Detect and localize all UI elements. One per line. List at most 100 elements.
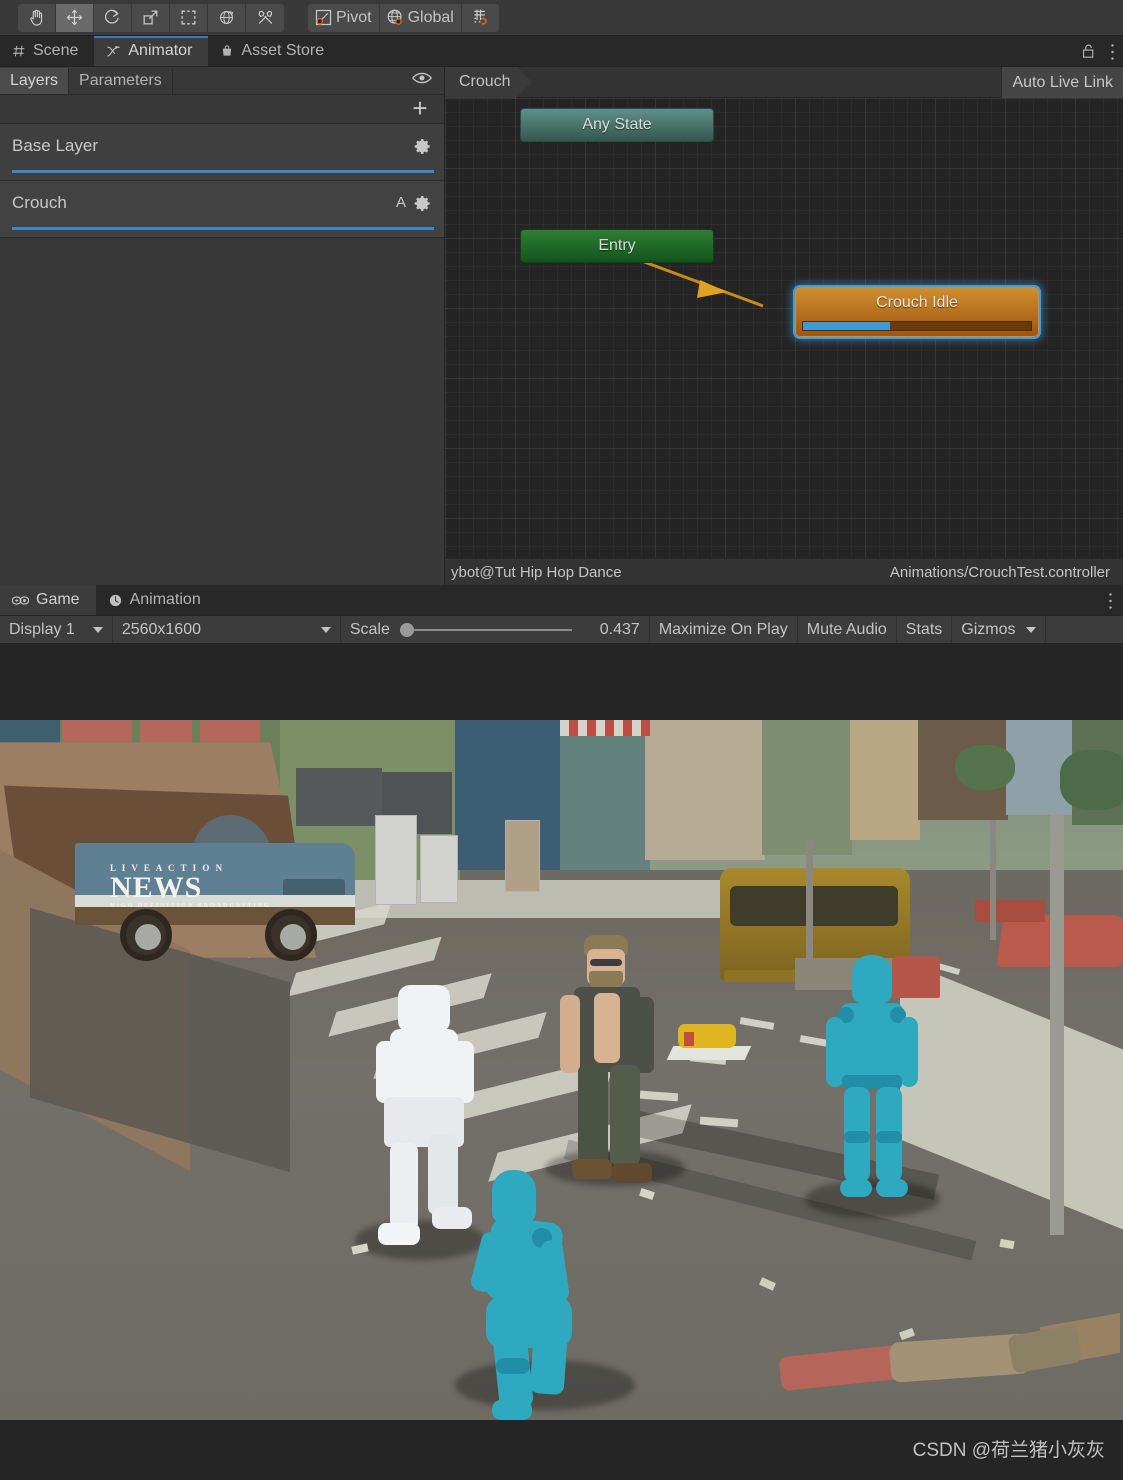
gizmos-label: Gizmos xyxy=(961,620,1016,638)
ltab-layers-label: Layers xyxy=(10,71,59,89)
building xyxy=(762,720,852,855)
move-tool-button[interactable] xyxy=(56,3,94,32)
grid-snap-icon xyxy=(474,9,487,25)
tree xyxy=(1060,750,1123,810)
gear-icon xyxy=(414,196,430,211)
breadcrumb-crouch[interactable]: Crouch xyxy=(445,66,532,98)
transform-icon xyxy=(220,11,234,24)
scale-slider-group[interactable]: Scale 0.437 xyxy=(341,616,650,643)
rect-transform-icon xyxy=(181,10,196,25)
game-tabbar: Game Animation xyxy=(0,585,1123,616)
animator-window: Scene Animator Asset Store Layers Parame… xyxy=(0,36,1123,612)
layer-settings-button[interactable] xyxy=(413,194,432,213)
tab-animation-label: Animation xyxy=(129,591,201,608)
striped-awning xyxy=(560,720,650,736)
resolution-label: 2560x1600 xyxy=(121,620,201,638)
van-text-bottom: HIGH DEFINITION BROADCASTING xyxy=(110,903,271,909)
ltab-parameters-label: Parameters xyxy=(79,71,162,89)
layers-pane: Layers Parameters + Base Layer Crouch A xyxy=(0,67,445,612)
game-viewport[interactable]: L I V E A C T I O N NEWS HIGH DEFINITION… xyxy=(0,645,1123,1480)
ltab-parameters[interactable]: Parameters xyxy=(69,67,173,94)
arm-left xyxy=(826,1017,844,1087)
leg-left xyxy=(390,1143,418,1231)
display-dropdown[interactable]: Display 1 xyxy=(0,616,113,643)
layer-weight-bar xyxy=(12,170,434,173)
kebab-menu-icon[interactable] xyxy=(1110,43,1115,61)
awning xyxy=(140,720,192,744)
state-progress-fill xyxy=(803,322,890,330)
auto-live-link-label: Auto Live Link xyxy=(1012,73,1113,91)
ltab-layers[interactable]: Layers xyxy=(0,67,70,94)
utility-pole xyxy=(990,820,996,940)
utility-pole xyxy=(806,840,813,960)
head xyxy=(398,985,450,1033)
global-toggle-button[interactable]: Global xyxy=(379,3,462,32)
car-roof xyxy=(975,900,1045,922)
custom-editor-tool-button[interactable] xyxy=(246,3,284,32)
graph-canvas[interactable]: Any State Entry Crouch Idle xyxy=(445,98,1123,558)
building xyxy=(850,720,920,840)
kebab-menu-icon xyxy=(1109,592,1112,609)
scale-slider-track[interactable] xyxy=(399,622,572,637)
node-entry[interactable]: Entry xyxy=(520,229,714,263)
scale-slider-knob[interactable] xyxy=(399,622,414,637)
layer-visibility-toggle[interactable] xyxy=(412,71,432,85)
boot-right xyxy=(612,1163,652,1183)
tab-animation[interactable]: Animation xyxy=(96,585,217,615)
gizmos-dropdown[interactable]: Gizmos xyxy=(952,616,1046,643)
layer-name: Base Layer xyxy=(12,136,98,155)
scale-value: 0.437 xyxy=(599,620,640,638)
tab-game[interactable]: Game xyxy=(0,585,96,615)
add-layer-button[interactable]: + xyxy=(408,95,432,121)
hand-tool-button[interactable] xyxy=(18,3,56,32)
character-cyan-crouching xyxy=(469,1170,600,1420)
leg-right xyxy=(428,1135,458,1215)
status-clip-name: ybot@Tut Hip Hop Dance xyxy=(451,563,622,581)
chevron-down-icon xyxy=(92,626,103,633)
fridge xyxy=(420,835,458,903)
stats-button[interactable]: Stats xyxy=(897,616,953,643)
game-render-surface[interactable]: L I V E A C T I O N NEWS HIGH DEFINITION… xyxy=(0,720,1123,1420)
cabinet xyxy=(505,820,540,892)
character-white-armored xyxy=(370,985,480,1260)
rect-tool-button[interactable] xyxy=(170,3,208,32)
tab-scene[interactable]: Scene xyxy=(0,36,94,66)
tab-asset-store[interactable]: Asset Store xyxy=(208,36,340,66)
tree xyxy=(955,745,1015,790)
cart-item xyxy=(684,1032,694,1046)
layer-weight-bar xyxy=(12,227,434,230)
prone-body xyxy=(778,1324,1083,1410)
game-window-menu[interactable] xyxy=(1108,585,1113,616)
tab-scene-label: Scene xyxy=(33,42,79,59)
awning xyxy=(62,720,132,742)
gamepad-icon xyxy=(12,595,29,605)
scene-grid-icon xyxy=(13,45,25,57)
rotate-tool-button[interactable] xyxy=(94,3,132,32)
lock-icon[interactable] xyxy=(1081,43,1096,60)
tab-animator-label: Animator xyxy=(128,42,193,59)
layer-row-base-layer[interactable]: Base Layer xyxy=(0,124,444,181)
layers-empty-area xyxy=(0,238,444,612)
layer-name: Crouch xyxy=(12,193,67,212)
game-window: Game Animation Display 1 2560x1600 Scale… xyxy=(0,585,1123,1480)
mute-audio-button[interactable]: Mute Audio xyxy=(798,616,897,643)
tab-animator[interactable]: Animator xyxy=(94,36,209,66)
node-crouch-idle[interactable]: Crouch Idle xyxy=(795,287,1039,337)
grid-snap-button[interactable] xyxy=(461,3,499,32)
transform-tool-button[interactable] xyxy=(208,3,246,32)
resolution-dropdown[interactable]: 2560x1600 xyxy=(113,616,341,643)
auto-live-link-button[interactable]: Auto Live Link xyxy=(1001,67,1123,98)
scale-tool-button[interactable] xyxy=(132,3,170,32)
node-any-state[interactable]: Any State xyxy=(520,108,714,142)
foot-right xyxy=(432,1207,472,1229)
character-cyan-standing xyxy=(820,955,925,1255)
animator-graph-pane: Crouch Auto Live Link Any State Entry Cr… xyxy=(445,66,1123,585)
arm-right xyxy=(634,997,654,1073)
move-icon xyxy=(66,9,83,26)
van-wheel xyxy=(265,909,317,961)
pivot-toggle-button[interactable]: Pivot xyxy=(308,3,380,32)
maximize-on-play-button[interactable]: Maximize On Play xyxy=(650,616,798,643)
layer-settings-button[interactable] xyxy=(413,137,432,156)
leg-right xyxy=(610,1065,640,1165)
layer-row-crouch[interactable]: Crouch A xyxy=(0,181,444,238)
